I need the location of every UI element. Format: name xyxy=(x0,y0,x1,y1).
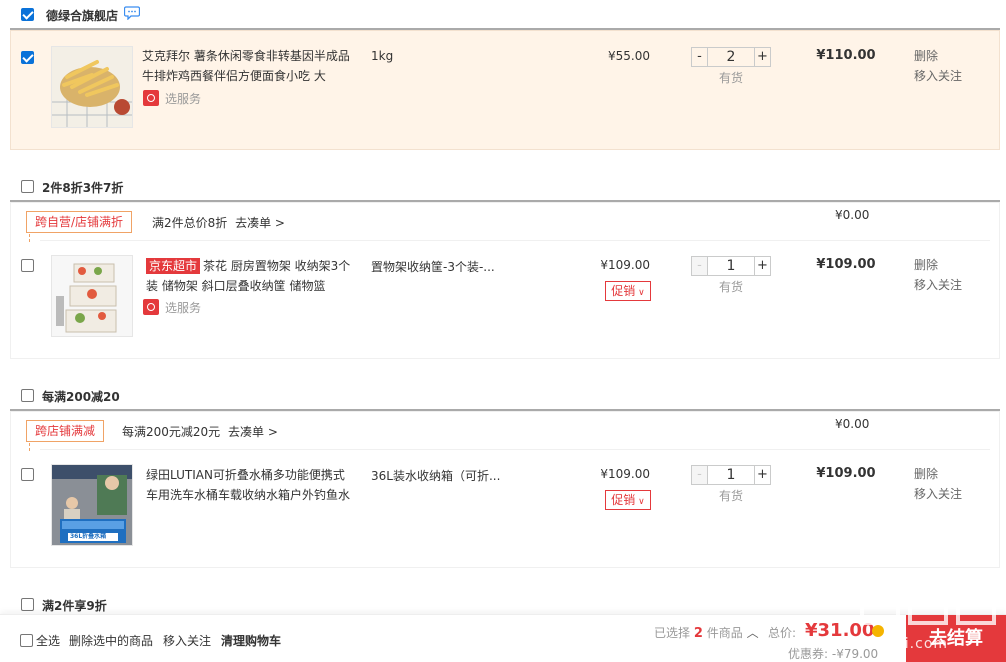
promo-badge: 跨自营/店铺满折 xyxy=(26,211,133,242)
promotion-label: 促销 xyxy=(611,493,636,507)
promo-badge: 跨店铺满减 xyxy=(26,420,105,451)
item-divider xyxy=(40,449,990,450)
promo-text: 每满200元减20元 去凑单 > xyxy=(122,423,278,440)
increase-button[interactable]: + xyxy=(754,466,770,484)
decrease-button[interactable]: - xyxy=(692,48,708,66)
follow-link[interactable]: 移入关注 xyxy=(914,66,962,86)
quantity-stepper[interactable]: - 1 + xyxy=(691,465,771,485)
group-checkbox[interactable] xyxy=(21,598,34,611)
item-checkbox[interactable] xyxy=(21,468,34,481)
shop-checkbox[interactable] xyxy=(21,8,34,21)
follow-link[interactable]: 移入关注 xyxy=(914,484,962,504)
service-selector[interactable]: 选服务 xyxy=(143,299,201,316)
stock-status: 有货 xyxy=(718,489,743,503)
watermark-text: zhi zhi.com xyxy=(858,636,949,652)
chevron-up-icon: ︿ xyxy=(746,626,759,640)
promotion-dropdown[interactable]: 促销 ∨ xyxy=(605,490,651,510)
quantity-input[interactable]: 2 xyxy=(708,48,754,66)
total-label: 总价: xyxy=(768,626,797,640)
delete-link[interactable]: 删除 xyxy=(914,464,938,484)
clear-cart-link[interactable]: 清理购物车 xyxy=(221,632,281,649)
promotion-dropdown[interactable]: 促销 ∨ xyxy=(605,281,651,301)
group-checkbox[interactable] xyxy=(21,180,34,193)
follow-link[interactable]: 移入关注 xyxy=(914,275,962,295)
select-all-label[interactable]: 全选 xyxy=(36,632,60,649)
selected-count-value: 2 xyxy=(693,626,703,641)
quantity-input[interactable]: 1 xyxy=(708,257,754,275)
promo-rule: 每满200元减20元 xyxy=(122,425,221,439)
item-subtotal: ¥109.00 xyxy=(816,257,876,272)
group-amount: ¥0.00 xyxy=(835,208,870,222)
unit-price: ¥109.00 xyxy=(600,467,650,481)
service-icon xyxy=(143,90,159,106)
item-subtotal: ¥109.00 xyxy=(816,466,876,481)
service-label: 选服务 xyxy=(165,301,202,315)
product-title[interactable]: 绿田LUTIAN可折叠水桶多功能便携式车用洗车水桶车载收纳水箱户外钓鱼水 xyxy=(142,465,352,505)
group-name: 满2件享9折 xyxy=(42,599,107,613)
item-checkbox[interactable] xyxy=(21,51,34,64)
cart-footer-bar: 全选 删除选中的商品 移入关注 清理购物车 已选择 2 件商品 ︿ 总价: ¥3… xyxy=(0,614,1006,662)
item-divider xyxy=(40,240,990,241)
chevron-down-icon: ∨ xyxy=(635,288,645,298)
jd-supermarket-tag: 京东超市 xyxy=(146,258,201,274)
group-name: 2件8折3件7折 xyxy=(42,181,124,195)
decrease-button[interactable]: - xyxy=(692,257,708,275)
increase-button[interactable]: + xyxy=(754,48,770,66)
delete-link[interactable]: 删除 xyxy=(914,46,938,66)
chevron-down-icon: ∨ xyxy=(635,497,645,507)
delete-link[interactable]: 删除 xyxy=(914,255,938,275)
thumb-caption: 36L折叠水箱 xyxy=(70,533,107,540)
product-title[interactable]: 艾克拜尔 薯条休闲零食非转基因半成品 牛排炸鸡西餐伴侣方便面食小吃 大 xyxy=(142,46,352,86)
decrease-button[interactable]: - xyxy=(692,466,708,484)
selected-suffix: 件商品 xyxy=(706,626,743,640)
service-icon xyxy=(143,299,159,315)
quantity-input[interactable]: 1 xyxy=(708,466,754,484)
delete-selected-link[interactable]: 删除选中的商品 xyxy=(69,632,153,649)
promo-rule: 满2件总价8折 xyxy=(152,216,228,230)
chat-icon[interactable] xyxy=(124,6,140,20)
service-label: 选服务 xyxy=(165,92,202,106)
move-to-follow-link[interactable]: 移入关注 xyxy=(163,632,211,649)
unit-price: ¥109.00 xyxy=(600,258,650,272)
add-more-link[interactable]: 去凑单 > xyxy=(228,425,278,439)
promo-text: 满2件总价8折 去凑单 > xyxy=(152,214,285,231)
increase-button[interactable]: + xyxy=(754,257,770,275)
select-all-checkbox[interactable] xyxy=(20,634,33,647)
group-name: 每满200减20 xyxy=(42,390,120,404)
watermark-logo xyxy=(860,585,996,625)
item-subtotal: ¥110.00 xyxy=(816,48,876,63)
product-image[interactable] xyxy=(51,46,133,128)
product-title[interactable]: 京东超市 茶花 厨房置物架 收纳架3个装 储物架 斜口层叠收纳筐 储物篮 xyxy=(146,256,356,296)
product-image[interactable]: 36L折叠水箱 xyxy=(51,464,133,546)
service-selector[interactable]: 选服务 xyxy=(143,90,201,107)
promotion-label: 促销 xyxy=(611,284,636,298)
product-image[interactable] xyxy=(51,255,133,337)
product-spec: 1kg xyxy=(371,49,394,63)
quantity-stepper[interactable]: - 2 + xyxy=(691,47,771,67)
quantity-stepper[interactable]: - 1 + xyxy=(691,256,771,276)
group-checkbox[interactable] xyxy=(21,389,34,402)
selected-prefix: 已选择 xyxy=(654,626,691,640)
stock-status: 有货 xyxy=(718,280,743,294)
stock-status: 有货 xyxy=(718,71,743,85)
item-checkbox[interactable] xyxy=(21,259,34,272)
product-spec: 置物架收纳筐-3个装-... xyxy=(371,260,495,274)
group-amount: ¥0.00 xyxy=(835,417,870,431)
add-more-link[interactable]: 去凑单 > xyxy=(235,216,285,230)
shop-name[interactable]: 德绿合旗舰店 xyxy=(46,7,118,24)
selected-count[interactable]: 已选择 2 件商品 ︿ xyxy=(654,624,759,641)
unit-price: ¥55.00 xyxy=(608,49,650,63)
product-spec: 36L装水收纳箱（可折... xyxy=(371,469,501,483)
